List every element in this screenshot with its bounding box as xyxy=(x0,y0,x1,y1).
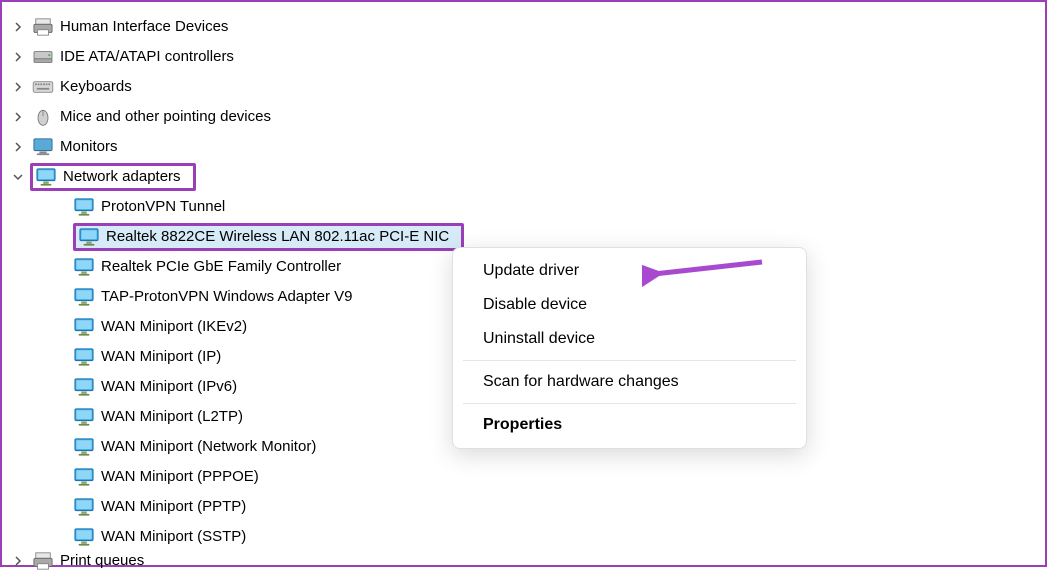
tree-label: Keyboards xyxy=(60,72,138,102)
disk-icon xyxy=(32,46,54,68)
highlight-selected-adapter: Realtek 8822CE Wireless LAN 802.11ac PCI… xyxy=(73,223,464,251)
tree-label: Realtek PCIe GbE Family Controller xyxy=(101,252,347,282)
hid-icon xyxy=(32,16,54,38)
expander-icon[interactable] xyxy=(10,112,26,122)
tree-label: IDE ATA/ATAPI controllers xyxy=(60,42,240,72)
annotation-arrow xyxy=(642,256,772,296)
tree-label: WAN Miniport (PPTP) xyxy=(101,492,252,522)
tree-item-hid[interactable]: Human Interface Devices xyxy=(10,12,1045,42)
tree-label: WAN Miniport (IKEv2) xyxy=(101,312,253,342)
menu-uninstall-device[interactable]: Uninstall device xyxy=(453,322,806,356)
tree-label: WAN Miniport (IPv6) xyxy=(101,372,243,402)
tree-label: Monitors xyxy=(60,132,124,162)
tree-item-network-adapters[interactable]: Network adapters xyxy=(10,162,1045,192)
network-adapter-icon xyxy=(73,406,95,428)
network-adapter-icon xyxy=(35,166,57,188)
tree-item-monitors[interactable]: Monitors xyxy=(10,132,1045,162)
network-adapter-icon xyxy=(73,376,95,398)
tree-item-adapter[interactable]: WAN Miniport (PPTP) xyxy=(57,492,1045,522)
expander-icon[interactable] xyxy=(10,172,26,182)
network-adapter-icon xyxy=(73,286,95,308)
keyboard-icon xyxy=(32,76,54,98)
network-adapter-icon xyxy=(73,526,95,548)
tree-label: WAN Miniport (PPPOE) xyxy=(101,462,265,492)
tree-item-print-queues[interactable]: Print queues xyxy=(10,552,1045,570)
tree-label: Mice and other pointing devices xyxy=(60,102,277,132)
tree-item-adapter[interactable]: ProtonVPN Tunnel xyxy=(57,192,1045,222)
tree-label: Network adapters xyxy=(63,162,187,192)
network-adapter-icon xyxy=(73,196,95,218)
tree-label: Print queues xyxy=(60,552,150,570)
tree-item-adapter[interactable]: WAN Miniport (PPPOE) xyxy=(57,462,1045,492)
tree-label: ProtonVPN Tunnel xyxy=(101,192,231,222)
printer-icon xyxy=(32,552,54,570)
network-adapter-icon xyxy=(78,226,100,248)
tree-label: WAN Miniport (SSTP) xyxy=(101,522,252,552)
expander-icon[interactable] xyxy=(10,82,26,92)
menu-divider xyxy=(463,360,796,361)
menu-divider xyxy=(463,403,796,404)
tree-label: Realtek 8822CE Wireless LAN 802.11ac PCI… xyxy=(106,222,455,252)
expander-icon[interactable] xyxy=(10,52,26,62)
tree-label: WAN Miniport (Network Monitor) xyxy=(101,432,322,462)
highlight-network-adapters: Network adapters xyxy=(30,163,196,191)
expander-icon[interactable] xyxy=(10,22,26,32)
network-adapter-icon xyxy=(73,256,95,278)
tree-item-adapter[interactable]: WAN Miniport (SSTP) xyxy=(57,522,1045,552)
network-adapter-icon xyxy=(73,346,95,368)
monitor-icon xyxy=(32,136,54,158)
tree-label: Human Interface Devices xyxy=(60,12,234,42)
expander-icon[interactable] xyxy=(10,556,26,566)
mouse-icon xyxy=(32,106,54,128)
tree-item-mice[interactable]: Mice and other pointing devices xyxy=(10,102,1045,132)
tree-item-keyboards[interactable]: Keyboards xyxy=(10,72,1045,102)
network-adapter-icon xyxy=(73,436,95,458)
network-adapter-icon xyxy=(73,496,95,518)
menu-properties[interactable]: Properties xyxy=(453,408,806,442)
network-adapter-icon xyxy=(73,466,95,488)
menu-scan-hardware[interactable]: Scan for hardware changes xyxy=(453,365,806,399)
tree-label: TAP-ProtonVPN Windows Adapter V9 xyxy=(101,282,359,312)
network-adapter-icon xyxy=(73,316,95,338)
tree-label: WAN Miniport (L2TP) xyxy=(101,402,249,432)
tree-item-ide[interactable]: IDE ATA/ATAPI controllers xyxy=(10,42,1045,72)
expander-icon[interactable] xyxy=(10,142,26,152)
tree-label: WAN Miniport (IP) xyxy=(101,342,227,372)
